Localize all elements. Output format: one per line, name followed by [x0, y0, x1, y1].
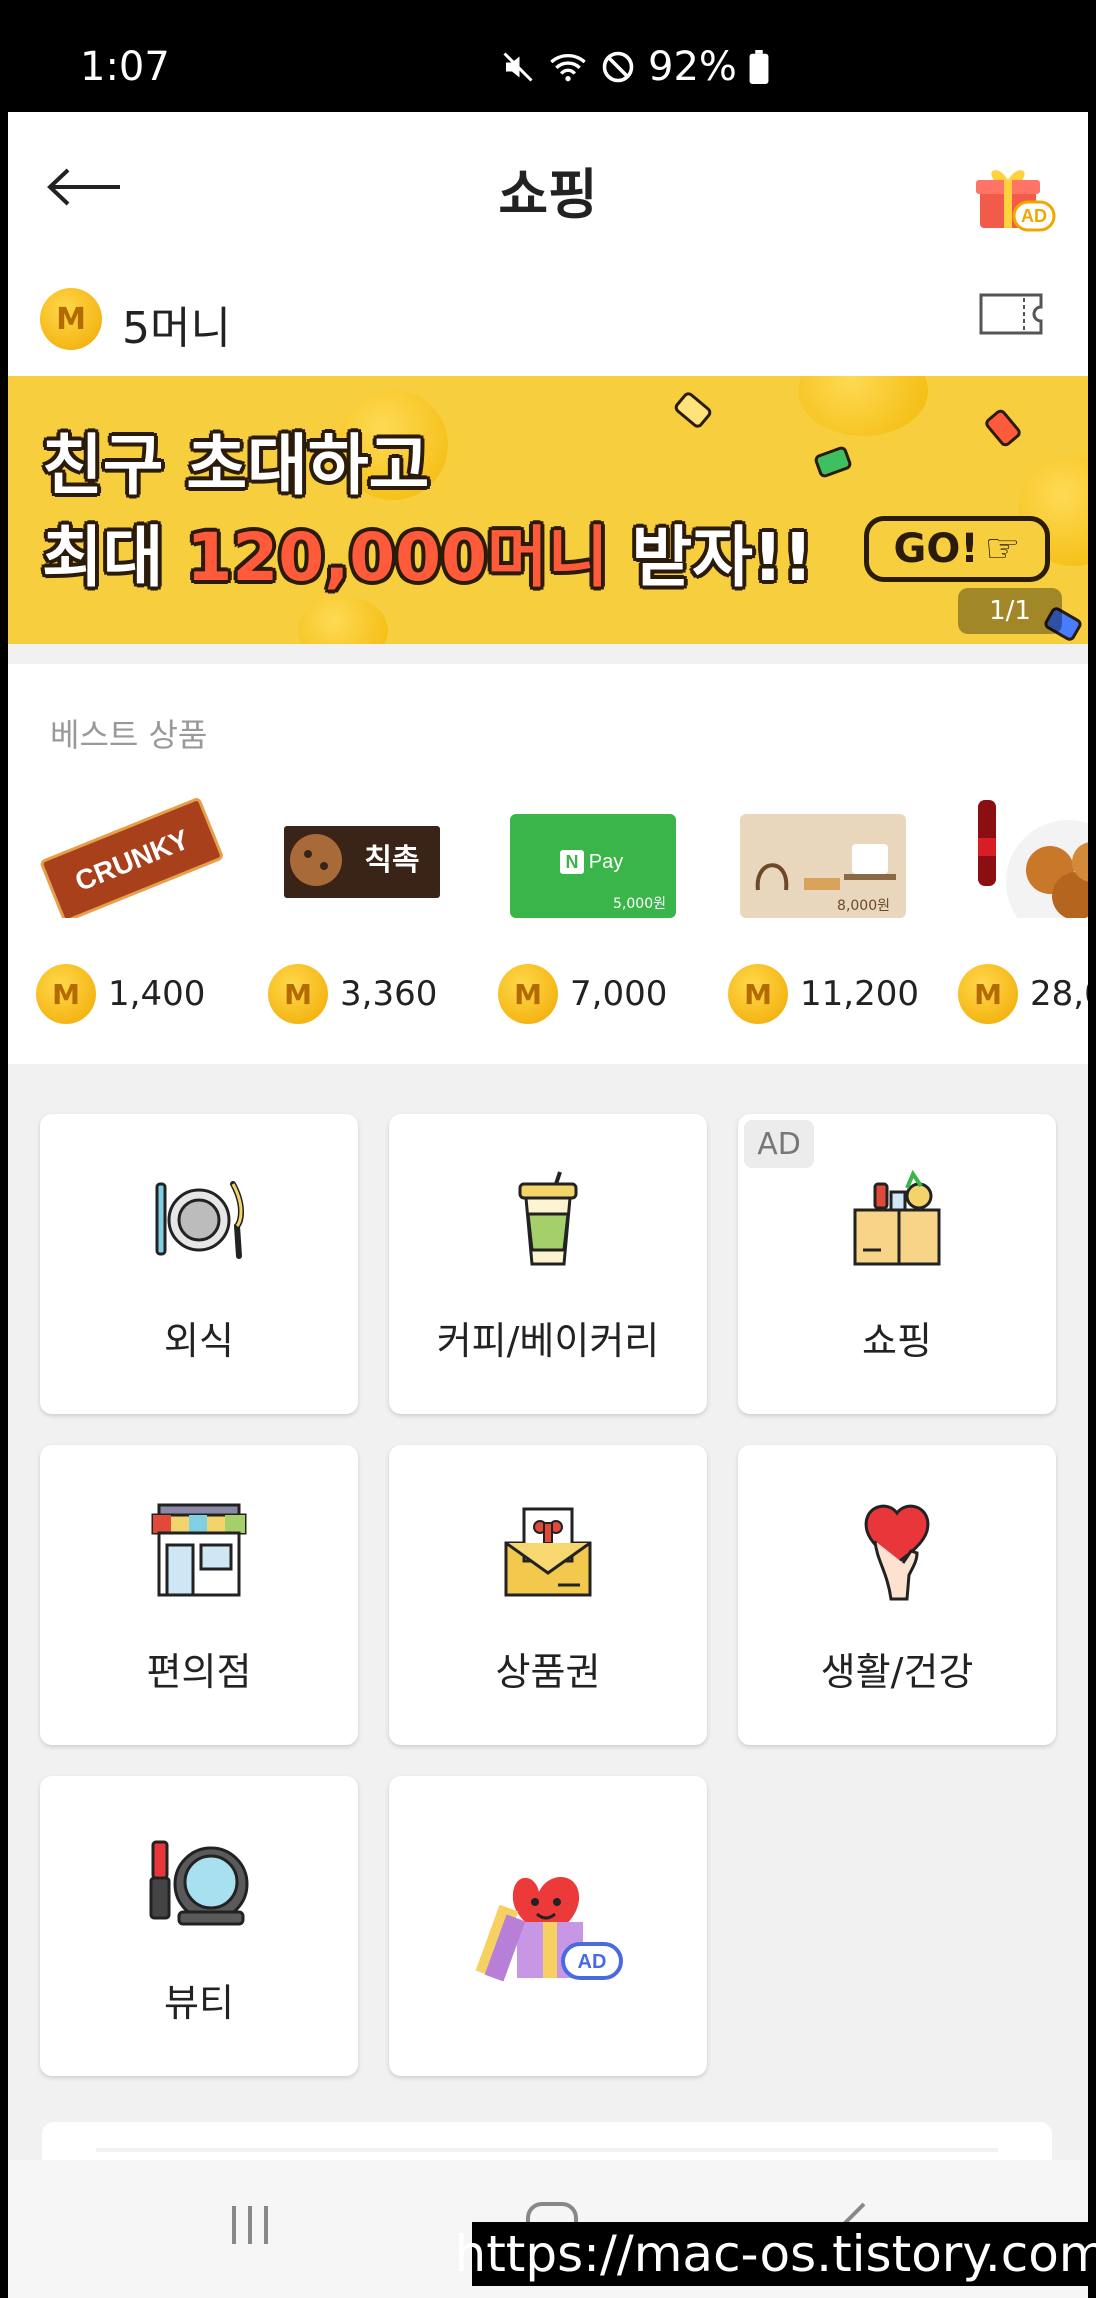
banner-headline-prefix: 최대 [42, 519, 187, 596]
ticket-icon[interactable] [978, 292, 1044, 336]
promo-banner[interactable]: 친구 초대하고 최대 120,000머니 받자!! GO! ☞ 1/1 [8, 376, 1088, 644]
banner-chip-decoration [982, 407, 1024, 449]
plate-cutlery-icon [155, 1181, 244, 1259]
category-label: 편의점 [146, 1650, 252, 1694]
chick-chock-product-image: 칙촉 [284, 826, 440, 898]
battery-percent: 92% [648, 44, 737, 90]
crunky-product-image: CRUNKY [40, 798, 223, 918]
category-card-beauty[interactable]: 뷰티 [40, 1776, 358, 2076]
svg-text:N: N [566, 852, 579, 872]
category-label: 쇼핑 [862, 1319, 932, 1363]
category-card-coffee-bakery[interactable]: 커피/베이커리 [389, 1114, 707, 1414]
product-item[interactable]: 칙촉 M 3,360 [268, 664, 468, 1064]
category-card-shopping[interactable]: AD 쇼핑 [738, 1114, 1056, 1414]
mute-icon [503, 52, 533, 82]
product-price: M 7,000 [498, 964, 667, 1024]
category-card-gift-voucher[interactable]: 상품권 [389, 1445, 707, 1745]
category-label: 외식 [164, 1319, 234, 1363]
product-item[interactable]: M 28,0 [958, 664, 1088, 1064]
category-card-convenience-store[interactable]: 편의점 [40, 1445, 358, 1745]
product-item[interactable]: N Pay 5,000원 M 7,000 [498, 664, 698, 1064]
watermark: https://mac-os.tistory.com [455, 2222, 1096, 2286]
heart-gift-ad-icon: AD [475, 1877, 623, 1982]
product-price: M 3,360 [268, 964, 437, 1024]
coin-icon: M [268, 964, 328, 1024]
bakery-product-image: 8,000원 [740, 814, 906, 918]
banner-headline-amount: 120,000머니 [186, 519, 609, 596]
battery-icon [749, 50, 769, 84]
coin-icon: M [36, 964, 96, 1024]
status-time: 1:07 [80, 44, 170, 90]
banner-coin-decoration [298, 596, 388, 644]
category-card-ad-gift[interactable]: AD [389, 1776, 707, 2076]
product-price: M 28,0 [958, 964, 1088, 1024]
product-value-label: 8,000원 [837, 898, 890, 914]
banner-chip-decoration [672, 389, 714, 431]
heart-hand-icon [864, 1504, 930, 1601]
product-value-label: 5,000원 [613, 896, 666, 912]
status-bar: 1:07 92% [0, 0, 1096, 112]
pointing-hand-icon: ☞ [984, 526, 1021, 572]
coffee-cup-icon [518, 1171, 578, 1266]
banner-go-label: GO! [893, 526, 979, 572]
best-products-section: 베스트 상품 CRUNKY M 1,400 칙촉 M 3,360 N Pay 5… [8, 664, 1088, 1064]
coin-icon: M [40, 288, 102, 350]
product-price-value: 3,360 [340, 974, 438, 1014]
product-price-value: 11,200 [800, 974, 919, 1014]
gift-voucher-icon [504, 1507, 592, 1597]
banner-chip-decoration [812, 444, 854, 480]
banner-headline-1: 친구 초대하고 [42, 427, 430, 504]
category-label: 상품권 [495, 1650, 601, 1694]
gift-ad-icon[interactable]: AD [976, 162, 1056, 232]
store-icon [151, 1503, 247, 1597]
category-label: 커피/베이커리 [436, 1319, 660, 1363]
money-row: M 5머니 [8, 262, 1088, 376]
category-label: 생활/건강 [820, 1650, 974, 1694]
product-price-value: 7,000 [570, 974, 668, 1014]
coin-icon: M [498, 964, 558, 1024]
gift-ad-label: AD [1021, 206, 1047, 226]
svg-text:Pay: Pay [589, 851, 623, 873]
banner-coin-decoration [798, 376, 928, 436]
coin-icon: M [728, 964, 788, 1024]
money-balance: 5머니 [122, 303, 231, 354]
shopping-box-icon [853, 1170, 941, 1266]
page-title: 쇼핑 [498, 163, 598, 226]
product-label: 칙촉 [364, 843, 419, 878]
product-item[interactable]: CRUNKY M 1,400 [36, 664, 236, 1064]
coin-icon: M [958, 964, 1018, 1024]
dnd-icon [602, 51, 634, 83]
product-item[interactable]: 8,000원 M 11,200 [728, 664, 928, 1064]
category-card-living-health[interactable]: 생활/건강 [738, 1445, 1056, 1745]
banner-go-button[interactable]: GO! ☞ [864, 516, 1050, 582]
ad-label: AD [578, 1951, 607, 1973]
status-icons: 92% [500, 44, 769, 90]
header: 쇼핑 AD [8, 112, 1088, 262]
ad-badge: AD [744, 1120, 814, 1168]
product-price-value: 28,0 [1030, 974, 1088, 1014]
banner-headline-suffix: 받자!! [608, 519, 814, 596]
naver-pay-product-image: N Pay 5,000원 [510, 814, 676, 918]
category-label: 뷰티 [164, 1981, 234, 2025]
category-card-dining[interactable]: 외식 [40, 1114, 358, 1414]
app-screen: 쇼핑 AD M 5머니 친구 초대하고 최대 120,000머니 받자!! GO… [8, 112, 1088, 2298]
product-price: M 11,200 [728, 964, 919, 1024]
product-price-value: 1,400 [108, 974, 206, 1014]
wifi-icon [550, 54, 586, 82]
recents-nav-icon[interactable] [226, 2200, 274, 2250]
chicken-cola-product-image [978, 800, 1088, 918]
compact-mirror-icon [149, 1840, 249, 1926]
banner-page-counter: 1/1 [958, 588, 1062, 634]
product-price: M 1,400 [36, 964, 205, 1024]
banner-headline-2: 최대 120,000머니 받자!! [42, 504, 813, 600]
divider [96, 2148, 998, 2152]
